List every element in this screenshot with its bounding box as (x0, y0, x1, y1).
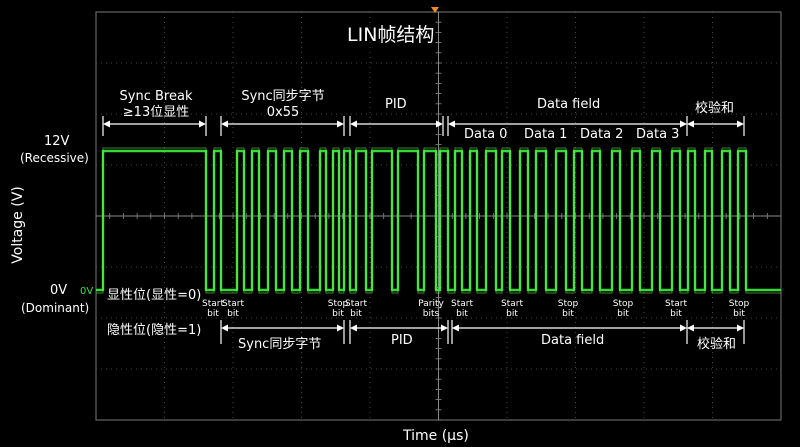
bottom-pid-span-head-left (350, 324, 357, 332)
channel-zero-marker: 0V (80, 286, 94, 297)
bit-label-start: Start bit (222, 299, 244, 319)
bottom-checksum-span-head-right (737, 324, 744, 332)
bit-label-start: Start bit (501, 299, 523, 319)
sync-break-span-head-left (103, 120, 110, 128)
voltage-axis-label: Voltage (V) (10, 186, 26, 263)
bottom-pid-label: PID (391, 333, 413, 348)
data-field-label: Data field (537, 97, 601, 112)
sync-break-span-head-right (199, 120, 206, 128)
pid-span-head-right (436, 120, 443, 128)
sync-span-head-left (221, 120, 228, 128)
bottom-sync-label: Sync同步字节 (238, 337, 322, 352)
checksum-label: 校验和 (695, 101, 735, 116)
recessive-label: (Recessive) (20, 151, 89, 165)
bit-label-stop: Stop bit (728, 299, 750, 319)
data-field-span-head-right (680, 120, 687, 128)
bit-label-stop: Stop bit (557, 299, 579, 319)
sync-field-line1: Sync同步字节 (241, 89, 325, 104)
data3-label: Data 3 (636, 127, 680, 142)
sync-break-line1: Sync Break (119, 89, 193, 104)
bottom-checksum-label: 校验和 (697, 337, 737, 352)
bottom-data-field-span-head-right (680, 324, 687, 332)
data-field-span-head-left (448, 120, 455, 128)
data2-label: Data 2 (580, 127, 624, 142)
bit-label-parity: Parity bits (418, 299, 444, 319)
data1-label: Data 1 (524, 127, 568, 142)
dominant-label: (Dominant) (21, 301, 90, 315)
checksum-span-head-right (737, 120, 744, 128)
bottom-data-field-label: Data field (541, 333, 605, 348)
bottom-pid-span-head-right (441, 324, 448, 332)
low-level-label: 0V (50, 283, 68, 298)
oscilloscope-screen: Voltage (V) (10, 7, 782, 421)
data0-label: Data 0 (464, 127, 508, 142)
sync-break-line2: ≥13位显性 (122, 105, 190, 120)
sync-span-head-right (337, 120, 344, 128)
sync-field-label: Sync同步字节 0x55 (224, 89, 342, 121)
dominant-bit-label: 显性位(显性=0) (107, 288, 202, 303)
bit-label-start: Start bit (345, 299, 367, 319)
time-axis-label: Time (µs) (403, 428, 469, 444)
bottom-data-field-span-head-left (452, 324, 459, 332)
bit-label-start: Start bit (451, 299, 473, 319)
sync-break-label: Sync Break ≥13位显性 (110, 89, 202, 121)
bottom-sync-span-head-right (337, 324, 344, 332)
graticule-grid (95, 11, 782, 421)
bit-label-start: Start bit (665, 299, 687, 319)
bottom-sync-span-head-left (221, 324, 228, 332)
sync-field-line2: 0x55 (266, 105, 300, 120)
checksum-span-head-left (687, 120, 694, 128)
pid-span-head-left (350, 120, 357, 128)
high-level-label: 12V (44, 134, 70, 149)
pid-field-label: PID (385, 97, 407, 112)
bit-label-stop: Stop bit (612, 299, 634, 319)
chart-title: LIN帧结构 (347, 24, 435, 46)
bottom-checksum-span-head-left (687, 324, 694, 332)
recessive-bit-label: 隐性位(隐性=1) (107, 323, 202, 338)
